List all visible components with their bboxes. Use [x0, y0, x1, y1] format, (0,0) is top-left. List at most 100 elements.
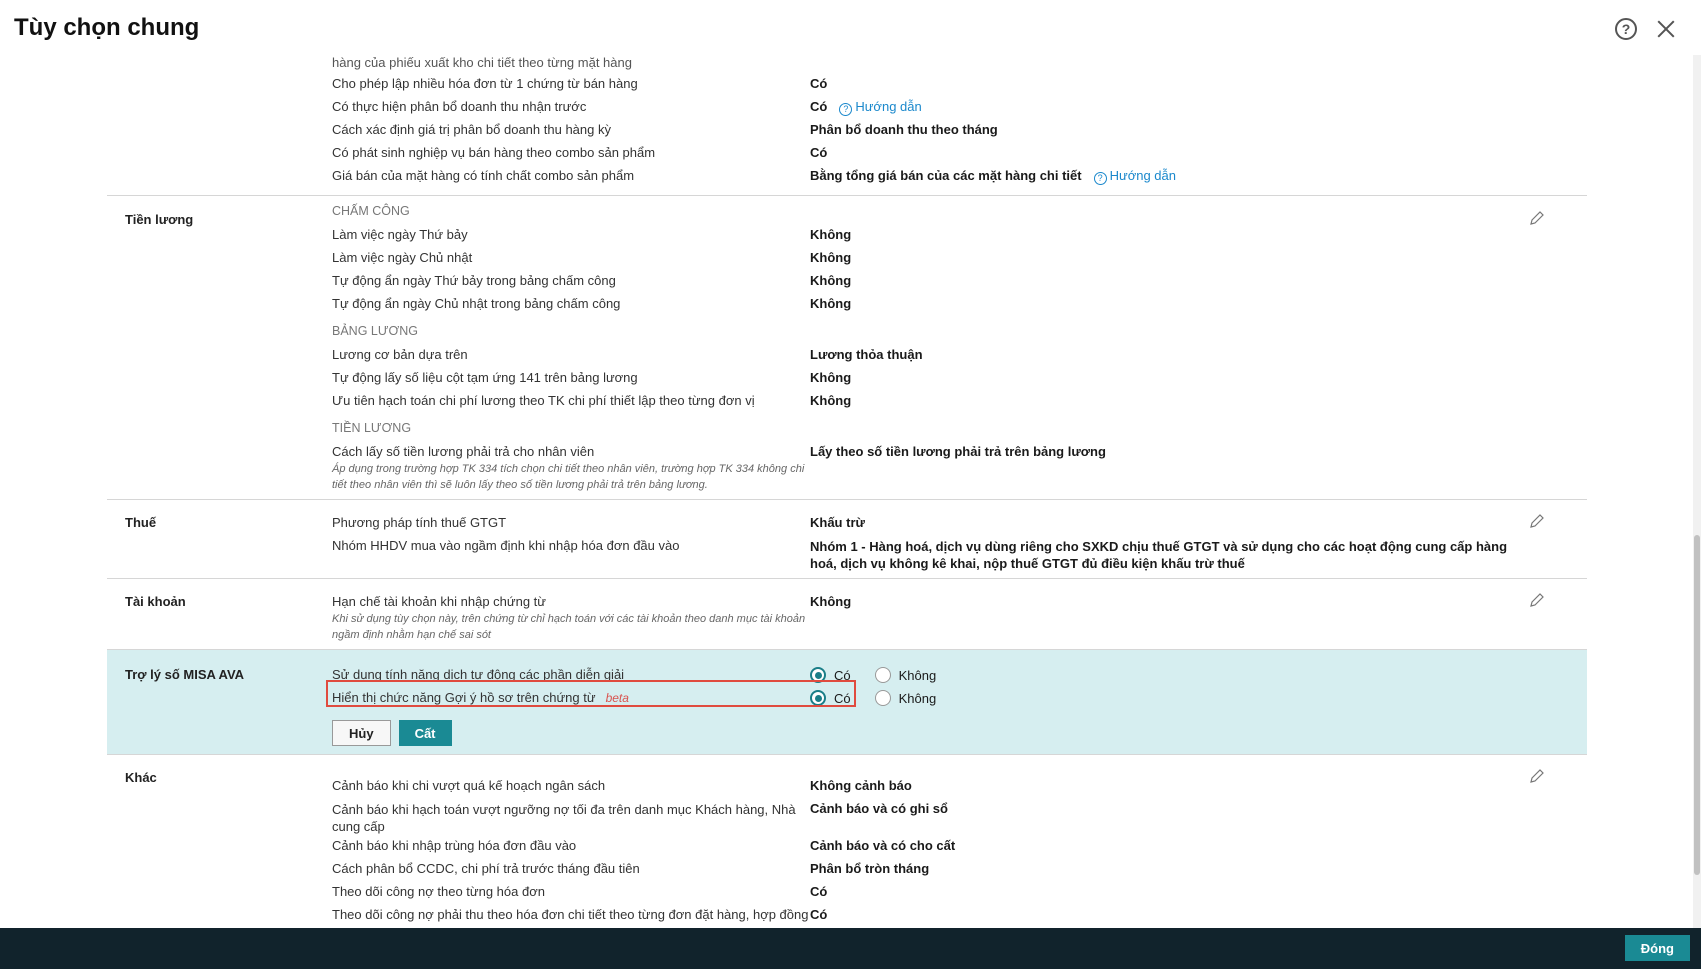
guide-label: Hướng dẫn	[1109, 168, 1176, 183]
setting-row: Cảnh báo khi hạch toán vượt ngưỡng nợ tố…	[332, 798, 1587, 835]
help-icon: ?	[839, 102, 853, 116]
beta-badge: beta	[605, 691, 629, 705]
setting-label: Cho phép lập nhiều hóa đơn từ 1 chứng từ…	[332, 76, 638, 91]
radio-group: Có Không	[810, 667, 1527, 683]
setting-value: Không	[810, 250, 852, 265]
section-title: Tài khoản	[125, 594, 186, 609]
setting-row: Tự động ẩn ngày Chủ nhật trong bảng chấm…	[332, 293, 1587, 316]
setting-row: Cảnh báo khi nhập trùng hóa đơn đầu vào C…	[332, 835, 1587, 858]
section-title: Thuế	[125, 515, 157, 530]
group-header: CHẤM CÔNG	[332, 204, 410, 218]
section-ava: Trợ lý số MISA AVA Sử dụng tính năng dịc…	[107, 650, 1587, 755]
setting-label: Tự động ẩn ngày Thứ bảy trong bảng chấm …	[332, 273, 616, 288]
pencil-icon[interactable]	[1529, 210, 1545, 226]
setting-row: Theo dõi công nợ phải thu theo hóa đơn c…	[332, 904, 1587, 927]
setting-value: Có	[810, 145, 828, 160]
setting-row: Cách lấy số tiền lương phải trả cho nhân…	[332, 441, 1587, 493]
radio-label: Không	[898, 667, 937, 683]
setting-row: Giá bán của mặt hàng có tính chất combo …	[332, 165, 1587, 188]
setting-note: Khi sử dụng tùy chọn này, trên chứng từ …	[332, 613, 806, 641]
radio-yes[interactable]: Có	[810, 667, 851, 683]
setting-label: Tự động lấy số liệu cột tạm ứng 141 trên…	[332, 370, 638, 385]
dialog-header: Tùy chọn chung ?	[0, 0, 1701, 60]
radio-yes[interactable]: Có	[810, 690, 851, 706]
setting-label: Theo dõi công nợ phải thu theo hóa đơn c…	[332, 907, 809, 922]
dialog-title: Tùy chọn chung	[14, 14, 200, 41]
setting-row: Cách xác định giá trị phân bổ doanh thu …	[332, 119, 1587, 142]
setting-label: Hạn chế tài khoản khi nhập chứng từ	[332, 594, 546, 609]
setting-value: Khấu trừ	[810, 515, 865, 530]
setting-row: Cách phân bổ CCDC, chi phí trả trước thá…	[332, 858, 1587, 881]
section-title: Khác	[125, 770, 157, 785]
setting-label: Sử dụng tính năng dịch tự động các phần …	[332, 667, 625, 682]
setting-label: Cách lấy số tiền lương phải trả cho nhân…	[332, 444, 595, 459]
setting-label: Cảnh báo khi hạch toán vượt ngưỡng nợ tố…	[332, 802, 796, 834]
setting-value: Không	[810, 227, 852, 242]
radio-no[interactable]: Không	[874, 667, 937, 683]
radio-no[interactable]: Không	[874, 690, 936, 706]
setting-label: Làm việc ngày Chủ nhật	[332, 250, 473, 265]
setting-row: Làm việc ngày Thứ bảy Không	[332, 224, 1587, 247]
setting-value: Lương thỏa thuận	[810, 347, 923, 362]
setting-value: Cảnh báo và có ghi sổ	[810, 801, 948, 816]
setting-row: Có thực hiện phân bổ doanh thu nhận trướ…	[332, 96, 1587, 119]
setting-value: Cảnh báo và có cho cất	[810, 838, 956, 853]
setting-value: Bằng tổng giá bán của các mặt hàng chi t…	[810, 168, 1082, 183]
setting-row: hàng của phiếu xuất kho chi tiết theo từ…	[332, 55, 1587, 73]
setting-label: Giá bán của mặt hàng có tính chất combo …	[332, 168, 635, 183]
section-other: Khác Cảnh báo khi chi vượt quá kế hoạch …	[107, 755, 1587, 927]
setting-note: Áp dụng trong trường hợp TK 334 tích chọ…	[332, 463, 805, 491]
setting-label: Nhóm HHDV mua vào ngầm định khi nhập hóa…	[332, 538, 680, 553]
cancel-button[interactable]: Hủy	[332, 720, 391, 746]
save-button[interactable]: Cất	[398, 720, 452, 746]
setting-row: Cảnh báo khi chi vượt quá kế hoạch ngân …	[332, 775, 1587, 798]
pencil-icon[interactable]	[1529, 513, 1545, 529]
setting-value: Không	[810, 393, 852, 408]
radio-group: Có Không	[810, 690, 1527, 706]
setting-value: Phân bổ tròn tháng	[810, 861, 930, 876]
help-icon: ?	[1093, 171, 1107, 185]
setting-label: Cảnh báo khi nhập trùng hóa đơn đầu vào	[332, 838, 577, 853]
setting-value: Không	[810, 370, 852, 385]
setting-label: Cách phân bổ CCDC, chi phí trả trước thá…	[332, 861, 640, 876]
section-sales: hàng của phiếu xuất kho chi tiết theo từ…	[107, 55, 1587, 196]
setting-value: Không	[810, 296, 852, 311]
dialog-footer: Đóng	[0, 928, 1701, 969]
help-icon[interactable]: ?	[1615, 18, 1637, 40]
setting-row: Lương cơ bản dựa trên Lương thỏa thuận	[332, 344, 1587, 367]
setting-label: Tự động ẩn ngày Chủ nhật trong bảng chấm…	[332, 296, 621, 311]
setting-row: Hiển thị chức năng Gợi ý hồ sơ trên chứn…	[332, 687, 1587, 710]
scrollbar-thumb[interactable]	[1694, 535, 1700, 875]
guide-link[interactable]: ? Hướng dẫn	[839, 99, 922, 116]
setting-row: Làm việc ngày Chủ nhật Không	[332, 247, 1587, 270]
setting-value: Có	[810, 884, 828, 899]
pencil-icon[interactable]	[1529, 768, 1545, 784]
setting-row: Phương pháp tính thuế GTGT Khấu trừ	[332, 512, 1587, 535]
setting-value: Không	[810, 273, 852, 288]
setting-label: Cảnh báo khi chi vượt quá kế hoạch ngân …	[332, 778, 606, 793]
setting-row: Tự động lấy số liệu cột tạm ứng 141 trên…	[332, 367, 1587, 390]
setting-label: Theo dõi công nợ theo từng hóa đơn	[332, 884, 545, 899]
guide-link[interactable]: ? Hướng dẫn	[1093, 168, 1176, 185]
setting-label: Làm việc ngày Thứ bảy	[332, 227, 468, 242]
scrollbar[interactable]	[1693, 55, 1701, 928]
section-tax: Thuế Phương pháp tính thuế GTGT Khấu trừ …	[107, 500, 1587, 579]
setting-value: Nhóm 1 - Hàng hoá, dịch vụ dùng riêng ch…	[810, 539, 1508, 571]
radio-label: Có	[834, 690, 851, 706]
setting-label: Phương pháp tính thuế GTGT	[332, 515, 507, 530]
pencil-icon[interactable]	[1529, 592, 1545, 608]
setting-row: Tự động ẩn ngày Thứ bảy trong bảng chấm …	[332, 270, 1587, 293]
close-icon[interactable]	[1655, 18, 1677, 40]
setting-label: Có phát sinh nghiệp vụ bán hàng theo com…	[332, 145, 656, 160]
setting-row: Sử dụng tính năng dịch tự động các phần …	[332, 664, 1587, 687]
group-header: BẢNG LƯƠNG	[332, 324, 418, 338]
setting-value: Lấy theo số tiền lương phải trả trên bản…	[810, 444, 1106, 459]
setting-value: Có	[810, 907, 828, 922]
close-button[interactable]: Đóng	[1624, 935, 1690, 961]
setting-label: Ưu tiên hạch toán chi phí lương theo TK …	[332, 393, 755, 408]
guide-label: Hướng dẫn	[855, 99, 922, 114]
setting-row: Nhóm HHDV mua vào ngầm định khi nhập hóa…	[332, 535, 1587, 572]
radio-checked-icon	[810, 690, 826, 706]
setting-label: Cách xác định giá trị phân bổ doanh thu …	[332, 122, 611, 137]
setting-row: Có phát sinh nghiệp vụ bán hàng theo com…	[332, 142, 1587, 165]
